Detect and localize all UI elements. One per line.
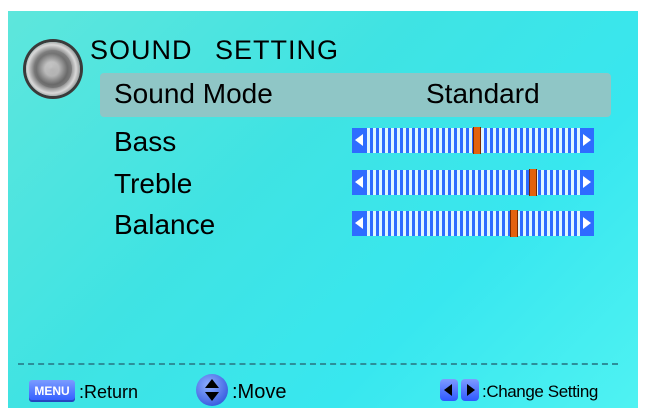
menu-item-balance-label[interactable]: Balance [114, 209, 215, 241]
right-arrow-icon[interactable] [580, 170, 594, 195]
sound-setting-osd: SOUND SETTING Sound Mode Standard Bass T… [8, 11, 638, 408]
left-arrow-icon[interactable] [352, 211, 366, 236]
menu-item-sound-mode-label[interactable]: Sound Mode [114, 78, 273, 110]
sound-mode-value[interactable]: Standard [426, 78, 540, 110]
treble-slider-thumb[interactable] [528, 169, 537, 196]
right-arrow-icon [461, 379, 479, 401]
bass-slider[interactable] [352, 127, 594, 154]
treble-slider[interactable] [352, 169, 594, 196]
menu-item-treble-label[interactable]: Treble [114, 168, 192, 200]
speaker-icon [26, 42, 80, 96]
balance-slider[interactable] [352, 210, 594, 237]
left-arrow-icon[interactable] [352, 128, 366, 153]
bass-slider-thumb[interactable] [473, 127, 482, 154]
right-arrow-icon[interactable] [580, 128, 594, 153]
left-arrow-icon [440, 379, 458, 401]
footer-divider [18, 363, 618, 365]
change-setting-hint: :Change Setting [482, 382, 598, 401]
left-arrow-icon[interactable] [352, 170, 366, 195]
menu-item-bass-label[interactable]: Bass [114, 126, 176, 158]
right-arrow-icon[interactable] [580, 211, 594, 236]
up-down-arrows-icon [196, 374, 228, 406]
move-hint: :Move [232, 381, 287, 403]
page-title: SOUND SETTING [90, 35, 340, 65]
return-hint: :Return [79, 382, 139, 402]
menu-key-icon: MENU [29, 380, 75, 402]
balance-slider-thumb[interactable] [509, 210, 518, 237]
